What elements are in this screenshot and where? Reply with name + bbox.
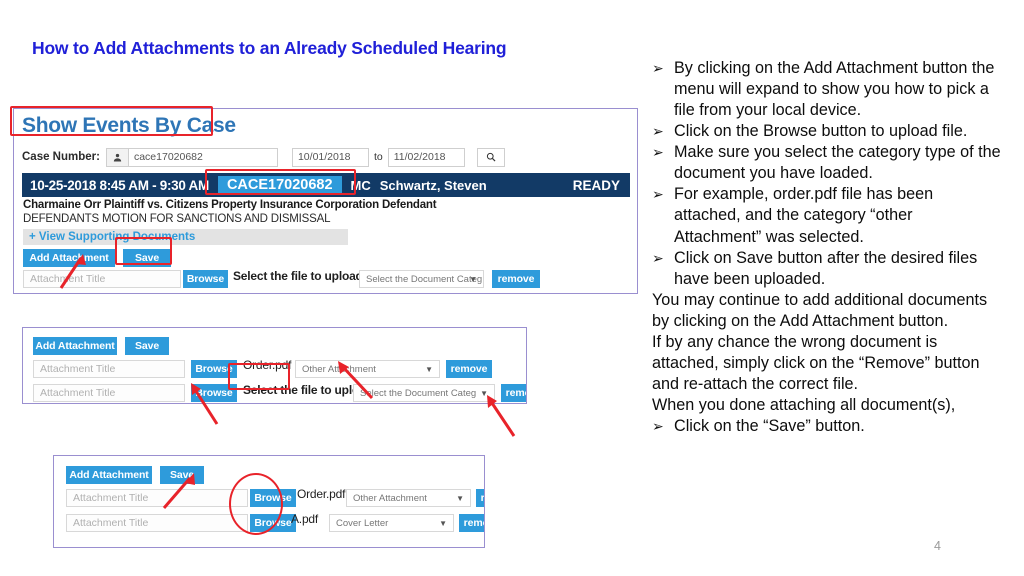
browse-button[interactable]: Browse: [250, 514, 296, 532]
case-motion-text: DEFENDANTS MOTION FOR SANCTIONS AND DISM…: [23, 213, 331, 225]
date-from-input[interactable]: 10/01/2018: [291, 147, 369, 167]
hearing-judge-name: Schwartz, Steven: [379, 177, 487, 193]
add-attachment-button[interactable]: Add Attachment: [66, 466, 152, 484]
document-category-value: Cover Letter: [336, 517, 389, 529]
attached-file-name: Order.pdf: [243, 358, 292, 372]
case-parties-text: Charmaine Orr Plaintiff vs. Citizens Pro…: [23, 199, 437, 211]
instructions-panel: ➢ By clicking on the Add Attachment butt…: [652, 58, 1002, 437]
arrow-bullet-icon: ➢: [652, 186, 664, 203]
remove-button[interactable]: remove: [492, 270, 540, 288]
document-category-value: Select the Document Categ: [366, 273, 483, 285]
screenshot-panel-show-events-by-case: Show Events By Case Case Number: cace170…: [13, 108, 638, 294]
screenshot-panel-attachment-rows: Add Attachment Save Attachment Title Bro…: [22, 327, 527, 404]
list-item-text: For example, order.pdf file has been att…: [674, 185, 934, 246]
case-number-input[interactable]: cace17020682: [127, 147, 278, 167]
hearing-status-badge: READY: [572, 177, 620, 193]
document-category-value: Other Attachment: [353, 492, 427, 504]
document-category-select[interactable]: Other Attachment ▼: [295, 360, 440, 378]
case-number-label: Case Number:: [22, 151, 100, 163]
list-item: ➢ Click on the Browse button to upload f…: [652, 121, 1002, 142]
list-item: ➢ Click on the “Save” button.: [652, 416, 1002, 437]
upload-help-text: Select the file to upload.: [233, 269, 366, 283]
show-events-by-case-heading: Show Events By Case: [22, 114, 236, 137]
page-title: How to Add Attachments to an Already Sch…: [32, 38, 507, 58]
chevron-down-icon: ▼: [469, 274, 477, 284]
browse-button[interactable]: Browse: [183, 270, 228, 288]
date-to-input[interactable]: 11/02/2018: [387, 147, 465, 167]
chevron-down-icon: ▼: [456, 493, 464, 503]
chevron-down-icon: ▼: [425, 364, 433, 374]
remove-button[interactable]: remove: [446, 360, 492, 378]
add-attachment-button[interactable]: Add Attachment: [23, 249, 115, 267]
add-attachment-button[interactable]: Add Attachment: [33, 337, 117, 355]
user-icon: [105, 147, 128, 167]
hearing-division: MC: [350, 177, 371, 193]
view-supporting-documents-link[interactable]: + View Supporting Documents: [23, 229, 348, 245]
screenshot-panel-completed-attachments: Add Attachment Save Attachment Title Bro…: [53, 455, 485, 548]
list-item: ➢ Make sure you select the category type…: [652, 142, 1002, 184]
save-button[interactable]: Save: [123, 249, 171, 267]
list-item: ➢ By clicking on the Add Attachment butt…: [652, 58, 1002, 121]
search-icon[interactable]: [476, 147, 505, 167]
attached-file-name: A.pdf: [291, 512, 319, 526]
date-separator-label: to: [373, 151, 383, 163]
list-item-text: Click on Save button after the desired f…: [674, 248, 978, 288]
hearing-summary-row[interactable]: 10-25-2018 8:45 AM - 9:30 AM CACE1702068…: [22, 173, 630, 197]
attachment-title-input[interactable]: Attachment Title: [66, 514, 248, 532]
document-category-select[interactable]: Select the Document Categ ▼: [359, 270, 484, 288]
chevron-down-icon: ▼: [480, 388, 488, 398]
document-category-select[interactable]: Select the Document Categ ▼: [353, 384, 495, 402]
attachment-title-input[interactable]: Attachment Title: [66, 489, 248, 507]
browse-button[interactable]: Browse: [250, 489, 296, 507]
save-button[interactable]: Save: [160, 466, 204, 484]
document-category-value: Select the Document Categ: [360, 387, 477, 399]
remove-button[interactable]: remove: [501, 384, 526, 402]
list-item-text: Make sure you select the category type o…: [674, 143, 1001, 183]
chevron-down-icon: ▼: [439, 518, 447, 528]
attachment-title-input[interactable]: Attachment Title: [33, 384, 185, 402]
list-item-text: By clicking on the Add Attachment button…: [674, 59, 995, 120]
document-category-value: Other Attachment: [302, 363, 376, 375]
arrow-bullet-icon: ➢: [652, 249, 664, 266]
list-item: ➢ For example, order.pdf file has been a…: [652, 184, 1002, 247]
remove-button[interactable]: remove: [476, 489, 484, 507]
arrow-bullet-icon: ➢: [652, 123, 664, 140]
attachment-title-input[interactable]: Attachment Title: [23, 270, 181, 288]
list-item-text: Click on the Browse button to upload fil…: [674, 122, 968, 141]
arrow-bullet-icon: ➢: [652, 144, 664, 161]
paragraph-text: When you done attaching all document(s),: [652, 396, 956, 414]
save-button[interactable]: Save: [125, 337, 169, 355]
case-search-row: Case Number: cace17020682 10/01/2018 to …: [22, 147, 505, 167]
remove-button[interactable]: remove: [459, 514, 484, 532]
document-category-select[interactable]: Cover Letter ▼: [329, 514, 454, 532]
paragraph-text: You may continue to add additional docum…: [652, 290, 988, 330]
arrow-bullet-icon: ➢: [652, 418, 664, 435]
document-category-select[interactable]: Other Attachment ▼: [346, 489, 471, 507]
browse-button[interactable]: Browse: [191, 384, 237, 402]
attachment-title-input[interactable]: Attachment Title: [33, 360, 185, 378]
paragraph-text: If by any chance the wrong document is a…: [652, 332, 980, 393]
hearing-case-number[interactable]: CACE17020682: [217, 175, 342, 195]
attached-file-name: Order.pdf: [297, 487, 346, 501]
browse-button[interactable]: Browse: [191, 360, 237, 378]
list-item-text: Click on the “Save” button.: [674, 417, 865, 436]
arrow-bullet-icon: ➢: [652, 60, 664, 76]
list-item: ➢ Click on Save button after the desired…: [652, 248, 1002, 290]
page-number: 4: [934, 539, 941, 553]
hearing-datetime: 10-25-2018 8:45 AM - 9:30 AM: [30, 177, 209, 193]
